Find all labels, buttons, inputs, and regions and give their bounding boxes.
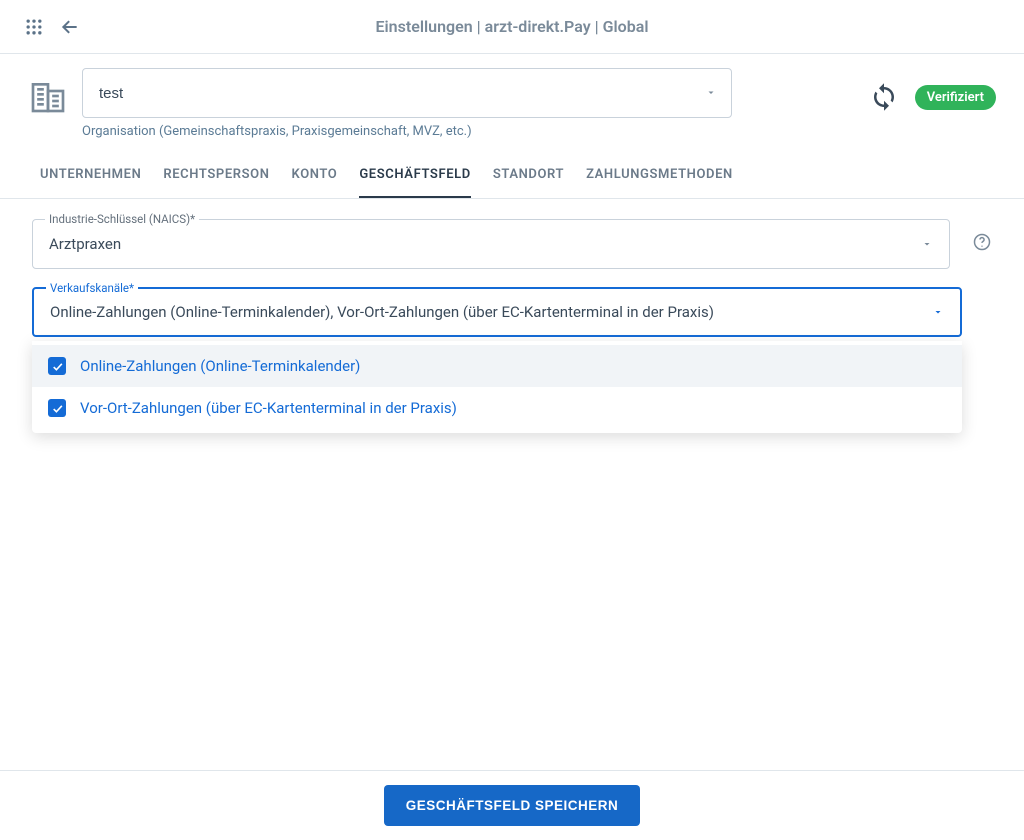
back-arrow-icon[interactable] bbox=[52, 9, 88, 45]
chevron-down-icon bbox=[932, 303, 944, 322]
tab-geschaeftsfeld[interactable]: GESCHÄFTSFELD bbox=[359, 151, 471, 198]
tab-zahlungsmethoden[interactable]: ZAHLUNGSMETHODEN bbox=[586, 151, 733, 198]
tab-rechtsperson[interactable]: RECHTSPERSON bbox=[163, 151, 269, 198]
channels-select[interactable]: Verkaufskanäle* Online-Zahlungen (Online… bbox=[32, 287, 962, 337]
organisation-row: Organisation (Gemeinschaftspraxis, Praxi… bbox=[0, 54, 1024, 145]
industry-label: Industrie-Schlüssel (NAICS)* bbox=[45, 212, 199, 226]
apps-menu-icon[interactable] bbox=[16, 9, 52, 45]
tab-standort[interactable]: STANDORT bbox=[493, 151, 564, 198]
sync-icon[interactable] bbox=[869, 82, 899, 112]
channels-dropdown: Online-Zahlungen (Online-Terminkalender)… bbox=[32, 341, 962, 433]
option-label: Vor-Ort-Zahlungen (über EC-Kartentermina… bbox=[80, 399, 457, 417]
organisation-input[interactable] bbox=[99, 85, 715, 102]
chevron-down-icon bbox=[705, 84, 717, 103]
organisation-hint: Organisation (Gemeinschaftspraxis, Praxi… bbox=[82, 124, 869, 139]
tab-unternehmen[interactable]: UNTERNEHMEN bbox=[40, 151, 141, 198]
tab-konto[interactable]: KONTO bbox=[292, 151, 338, 198]
save-button[interactable]: GESCHÄFTSFELD SPEICHERN bbox=[384, 785, 641, 826]
organisation-select[interactable] bbox=[82, 68, 732, 118]
checkbox-checked-icon bbox=[48, 399, 66, 417]
top-bar: Einstellungen | arzt-direkt.Pay | Global bbox=[0, 0, 1024, 54]
chevron-down-icon bbox=[921, 235, 933, 254]
help-icon[interactable] bbox=[972, 232, 992, 256]
option-label: Online-Zahlungen (Online-Terminkalender) bbox=[80, 357, 360, 375]
channels-option-online[interactable]: Online-Zahlungen (Online-Terminkalender) bbox=[32, 345, 962, 387]
channels-value: Online-Zahlungen (Online-Terminkalender)… bbox=[50, 303, 924, 321]
tabs: UNTERNEHMEN RECHTSPERSON KONTO GESCHÄFTS… bbox=[0, 151, 1024, 199]
channels-option-vorort[interactable]: Vor-Ort-Zahlungen (über EC-Kartentermina… bbox=[32, 387, 962, 429]
industry-value: Arztpraxen bbox=[49, 235, 913, 253]
status-badge: Verifiziert bbox=[915, 85, 996, 110]
page-title: Einstellungen | arzt-direkt.Pay | Global bbox=[0, 17, 1024, 36]
checkbox-checked-icon bbox=[48, 357, 66, 375]
industry-select[interactable]: Industrie-Schlüssel (NAICS)* Arztpraxen bbox=[32, 219, 950, 269]
footer: GESCHÄFTSFELD SPEICHERN bbox=[0, 770, 1024, 840]
channels-field: Verkaufskanäle* Online-Zahlungen (Online… bbox=[32, 287, 962, 337]
organisation-icon bbox=[28, 76, 68, 116]
form-area: Industrie-Schlüssel (NAICS)* Arztpraxen … bbox=[0, 199, 1024, 375]
industry-field: Industrie-Schlüssel (NAICS)* Arztpraxen bbox=[32, 219, 992, 269]
channels-label: Verkaufskanäle* bbox=[46, 281, 138, 295]
